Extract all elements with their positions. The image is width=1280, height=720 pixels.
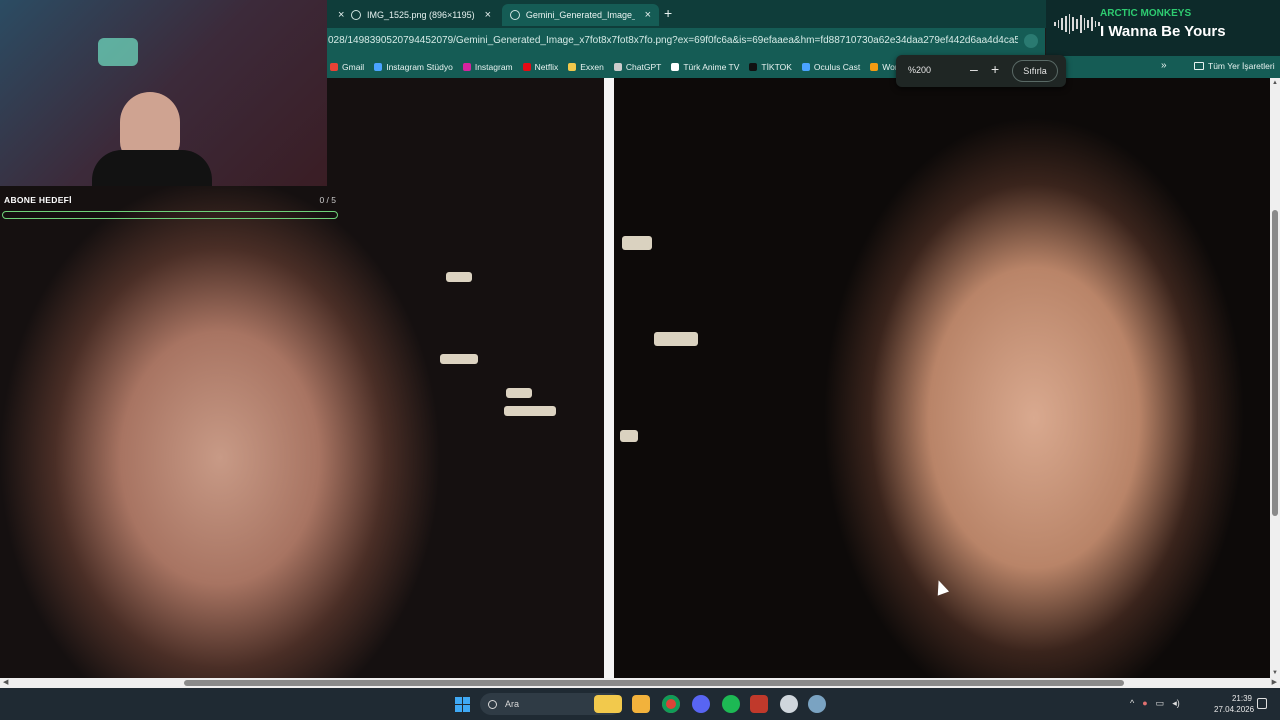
- zoom-reset-button[interactable]: Sıfırla: [1012, 60, 1058, 82]
- tab-label: Gemini_Generated_Image_x7fo: [525, 10, 635, 20]
- discord-icon[interactable]: [692, 695, 710, 713]
- anime-icon: [671, 63, 680, 71]
- scroll-down-icon[interactable]: ▼: [1272, 670, 1278, 676]
- chevron-up-icon[interactable]: ^: [1130, 698, 1134, 709]
- light-bokeh: [622, 236, 652, 250]
- obs-icon[interactable]: [750, 695, 768, 713]
- close-icon[interactable]: ×: [645, 9, 651, 21]
- volume-icon[interactable]: ◂): [1172, 698, 1180, 709]
- new-tab-button[interactable]: +: [664, 5, 672, 21]
- exxen-icon: [568, 63, 577, 71]
- zoom-level: %200: [908, 65, 932, 75]
- light-bokeh: [620, 430, 638, 442]
- now-playing-title: I Wanna Be Yours: [1100, 23, 1226, 40]
- horizontal-scrollbar[interactable]: ◀ ▶: [0, 678, 1280, 688]
- bookmark-gmail[interactable]: Gmail: [330, 62, 364, 72]
- goal-count: 0 / 5: [319, 195, 336, 205]
- bookmark-exxen[interactable]: Exxen: [568, 62, 604, 72]
- clock-time: 21:39: [1231, 694, 1252, 703]
- bookmark-oculus-cast[interactable]: Oculus Cast: [801, 62, 860, 72]
- scroll-up-icon[interactable]: ▲: [1272, 80, 1278, 86]
- settings-gear-icon[interactable]: [808, 695, 826, 713]
- search-icon: [488, 699, 497, 709]
- clock-date: 27.04.2026: [1214, 705, 1255, 714]
- webcam-overlay: [0, 0, 327, 186]
- bookmark-instagram[interactable]: Instagram: [462, 62, 513, 72]
- subscriber-goal: ABONE HEDEFİ 0 / 5: [0, 186, 340, 226]
- zoom-in-button[interactable]: +: [991, 61, 999, 77]
- bookmark-chatgpt[interactable]: ChatGPT: [613, 62, 661, 72]
- light-bokeh: [446, 272, 472, 282]
- world-icon: [870, 63, 879, 71]
- instagram-studio-icon: [374, 63, 383, 71]
- taskbar-clock[interactable]: 21:39 27.04.2026: [1214, 693, 1255, 715]
- microphone-icon[interactable]: ●: [1142, 698, 1147, 709]
- tab-gemini-image[interactable]: Gemini_Generated_Image_x7fo ×: [502, 4, 659, 26]
- chatgpt-icon: [613, 63, 622, 71]
- tiktok-icon: [749, 63, 758, 71]
- bookmark-instagram-studyo[interactable]: Instagram Stüdyo: [374, 62, 453, 72]
- light-bokeh: [504, 406, 556, 416]
- url-field[interactable]: 028/1498390520794452079/Gemini_Generated…: [328, 35, 1018, 46]
- bookmark-tiktok[interactable]: TİKTOK: [749, 62, 792, 72]
- notification-bell-icon[interactable]: [1257, 698, 1267, 709]
- chrome-icon[interactable]: [662, 695, 680, 713]
- scrollbar-thumb[interactable]: [184, 680, 1124, 686]
- system-tray: ^ ● ▭ ◂): [1130, 698, 1180, 709]
- spotify-icon[interactable]: [722, 695, 740, 713]
- zoom-out-button[interactable]: –: [970, 61, 978, 77]
- search-icon[interactable]: [1024, 34, 1038, 48]
- close-icon[interactable]: ×: [485, 9, 491, 21]
- tab-label: IMG_1525.png (896×1195): [367, 10, 475, 20]
- tab-img-1525[interactable]: IMG_1525.png (896×1195) ×: [343, 4, 501, 26]
- chevron-double-right-icon[interactable]: »: [1161, 60, 1167, 71]
- screen: × IMG_1525.png (896×1195) × Gemini_Gener…: [0, 0, 1280, 720]
- app-circle-icon[interactable]: [780, 695, 798, 713]
- now-playing-artist: ARCTIC MONKEYS: [1100, 8, 1192, 19]
- scrollbar-thumb[interactable]: [1272, 210, 1278, 516]
- goal-progress-bar: [2, 211, 338, 219]
- goal-label: ABONE HEDEFİ: [4, 195, 72, 205]
- windows-start-icon[interactable]: [455, 697, 470, 712]
- zoom-popup: %200 – + Sıfırla: [896, 55, 1066, 87]
- now-playing-widget: ARCTIC MONKEYS I Wanna Be Yours: [1046, 0, 1280, 56]
- audio-wave-icon: [1054, 14, 1100, 34]
- vertical-scrollbar[interactable]: ▲ ▼: [1270, 78, 1280, 678]
- image-divider: [604, 78, 614, 678]
- all-bookmarks-folder[interactable]: Tüm Yer İşaretleri: [1194, 61, 1275, 71]
- gmail-icon: [330, 63, 338, 71]
- bookmark-netflix[interactable]: Netflix: [522, 62, 558, 72]
- globe-icon: [510, 10, 520, 20]
- file-explorer-icon[interactable]: [632, 695, 650, 713]
- scroll-left-icon[interactable]: ◀: [3, 678, 8, 686]
- light-bokeh: [654, 332, 698, 346]
- widgets-icon[interactable]: [594, 695, 622, 713]
- light-bokeh: [440, 354, 478, 364]
- streamer-body: [92, 150, 212, 186]
- globe-icon: [351, 10, 361, 20]
- bookmark-turk-anime-tv[interactable]: Türk Anime TV: [671, 62, 739, 72]
- neon-light: [98, 38, 138, 66]
- network-icon[interactable]: ▭: [1156, 698, 1165, 709]
- taskbar: Ara ^ ● ▭ ◂) 21:39 27.04.2026: [0, 688, 1280, 720]
- folder-icon: [1194, 62, 1204, 70]
- netflix-icon: [522, 63, 531, 71]
- light-bokeh: [506, 388, 532, 398]
- instagram-icon: [462, 63, 471, 71]
- oculus-icon: [801, 63, 810, 71]
- scroll-right-icon[interactable]: ▶: [1272, 678, 1277, 686]
